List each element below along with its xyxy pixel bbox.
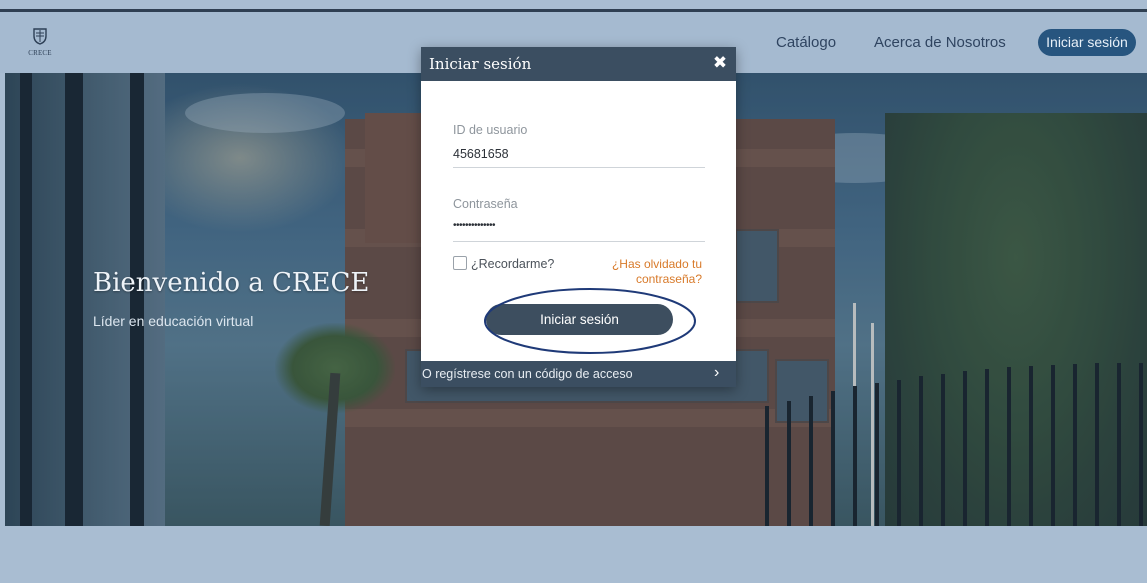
nav-catalog-link[interactable]: Catálogo [776, 34, 836, 51]
logo-text: CRECE [28, 49, 52, 57]
password-input[interactable]: •••••••••••••• [453, 220, 496, 231]
hero-title: Bienvenido a CRECE [93, 268, 370, 298]
crece-logo[interactable]: CRECE [26, 27, 54, 57]
password-underline [453, 241, 705, 242]
user-id-underline [453, 167, 705, 168]
header-login-button[interactable]: Iniciar sesión [1038, 29, 1136, 56]
remember-label: ¿Recordarme? [471, 257, 555, 271]
hero-subtitle: Líder en educación virtual [93, 313, 254, 329]
password-label: Contraseña [453, 197, 518, 211]
modal-header: Iniciar sesión ✖ [421, 47, 736, 81]
register-link-text: O regístrese con un código de acceso [422, 367, 633, 381]
nav-about-link[interactable]: Acerca de Nosotros [874, 34, 1006, 51]
user-id-label: ID de usuario [453, 123, 528, 137]
user-id-input[interactable]: 45681658 [453, 147, 509, 161]
highlight-ring [484, 288, 696, 354]
remember-checkbox[interactable] [453, 256, 467, 270]
crest-icon [33, 28, 47, 45]
register-bar[interactable]: O regístrese con un código de acceso › [421, 361, 736, 387]
close-icon[interactable]: ✖ [710, 53, 730, 73]
modal-title: Iniciar sesión [429, 55, 532, 73]
forgot-line-2: contraseña? [635, 272, 702, 286]
chevron-right-icon: › [714, 364, 720, 381]
forgot-line-1: ¿Has olvidado tu [611, 257, 702, 271]
forgot-password-link[interactable]: ¿Has olvidado tu contraseña? [601, 257, 702, 287]
